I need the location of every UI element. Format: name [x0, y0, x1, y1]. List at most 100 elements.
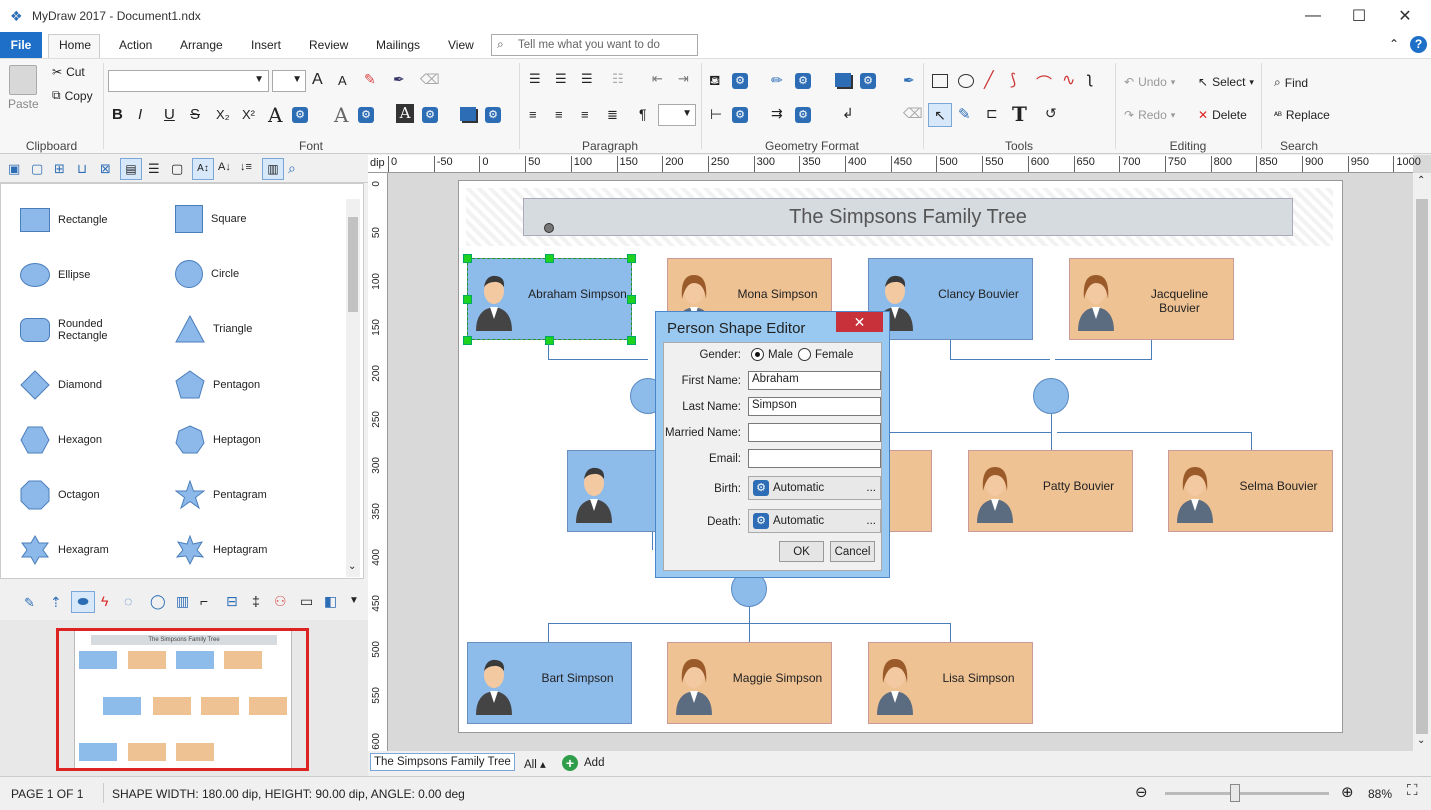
chevron-down-icon[interactable]: ⌄: [348, 561, 356, 572]
text-tool-icon[interactable]: T: [1012, 102, 1027, 126]
rectangle-tool-icon[interactable]: [932, 74, 948, 88]
resize-handle[interactable]: [627, 254, 636, 263]
lasso-tool-icon[interactable]: ↺: [1045, 105, 1057, 122]
replace-button[interactable]: ᴬᴮ Replace: [1274, 108, 1330, 122]
connector-icon[interactable]: ⌐: [200, 593, 208, 609]
book-icon[interactable]: ▥: [262, 158, 284, 180]
small-icons-icon[interactable]: ▢: [171, 161, 183, 177]
list-item[interactable]: Hexagon: [20, 425, 102, 455]
eyedropper-icon[interactable]: ✒: [393, 71, 405, 88]
resize-handle[interactable]: [627, 336, 636, 345]
gear-icon[interactable]: ⚙: [795, 73, 811, 89]
shapes-panel-icon[interactable]: ⬬: [71, 591, 95, 613]
line-format-icon[interactable]: ✏: [771, 72, 783, 89]
edit-icon[interactable]: ✎: [24, 595, 35, 611]
person-shape[interactable]: Lisa Simpson: [868, 642, 1033, 724]
married-name-field[interactable]: [748, 423, 881, 442]
canvas-scrollbar[interactable]: ⌃ ⌄: [1413, 173, 1431, 751]
resize-handle[interactable]: [463, 295, 472, 304]
text-shadow-icon[interactable]: [460, 107, 476, 121]
align-left-icon[interactable]: ≡: [529, 107, 537, 122]
list-item[interactable]: Pentagram: [175, 480, 267, 510]
layers-icon[interactable]: ◧: [324, 593, 337, 610]
font-size-combo[interactable]: ▼: [272, 70, 306, 92]
spacing-combo[interactable]: ▼: [658, 104, 696, 126]
last-name-field[interactable]: Simpson: [748, 397, 881, 416]
shapes-scrollbar[interactable]: ⌄: [346, 199, 360, 577]
align-right-icon[interactable]: ≡: [581, 107, 589, 122]
copy-button[interactable]: ⧉ Copy: [52, 88, 93, 103]
search-icon[interactable]: ⌕: [288, 160, 296, 177]
bullets-icon[interactable]: ☷: [612, 71, 624, 87]
diagram-title[interactable]: The Simpsons Family Tree: [523, 198, 1293, 236]
superscript-icon[interactable]: X²: [242, 107, 255, 122]
list-item[interactable]: Hexagram: [20, 535, 109, 565]
file-menu[interactable]: File: [0, 32, 42, 58]
list-item[interactable]: Diamond: [20, 370, 102, 400]
pencil-tool-icon[interactable]: ✎: [958, 105, 971, 123]
corner-icon[interactable]: ↲: [842, 105, 854, 122]
list-item[interactable]: Triangle: [175, 315, 252, 343]
end-arrow-icon[interactable]: ⇉: [771, 105, 783, 122]
underline-icon[interactable]: U: [164, 106, 175, 123]
sort-za-icon[interactable]: A↓: [218, 161, 231, 173]
male-radio[interactable]: [751, 348, 764, 361]
large-icons-icon[interactable]: ▤: [120, 158, 142, 180]
zoom-slider-thumb[interactable]: [1229, 784, 1240, 802]
format-painter-icon[interactable]: ⌫: [903, 105, 923, 122]
ellipse-tool-icon[interactable]: [958, 74, 974, 88]
eyedropper-icon[interactable]: ✒: [903, 72, 915, 89]
align-middle-icon[interactable]: ☰: [555, 71, 567, 87]
chevron-up-icon[interactable]: ⌃: [1417, 175, 1425, 186]
card-icon[interactable]: ▭: [300, 593, 313, 610]
begin-arrow-icon[interactable]: ⊢: [710, 106, 722, 123]
format-painter-icon[interactable]: ⌫: [420, 71, 440, 88]
tab-view[interactable]: View: [448, 38, 474, 52]
find-button[interactable]: ⌕ Find: [1274, 75, 1308, 90]
decrease-indent-icon[interactable]: ⇤: [652, 71, 663, 87]
resize-handle[interactable]: [545, 336, 554, 345]
maximize-button[interactable]: ☐: [1336, 0, 1382, 32]
tab-mailings[interactable]: Mailings: [376, 38, 420, 52]
align-top-icon[interactable]: ☰: [529, 71, 541, 87]
female-radio[interactable]: [798, 348, 811, 361]
resize-handle[interactable]: [463, 254, 472, 263]
tab-review[interactable]: Review: [309, 38, 348, 52]
curve-tool-icon[interactable]: ∿: [1062, 70, 1075, 90]
person-shape[interactable]: Patty Bouvier: [968, 450, 1133, 532]
death-picker[interactable]: ⚙ Automatic...: [748, 509, 881, 533]
save-icon[interactable]: ▣: [8, 161, 20, 177]
ok-button[interactable]: OK: [779, 541, 824, 562]
list-item[interactable]: Heptagon: [175, 425, 261, 455]
chevron-down-icon[interactable]: ▼: [349, 595, 359, 606]
org-chart-icon[interactable]: ⚇: [274, 593, 287, 610]
help-icon[interactable]: ?: [1410, 36, 1427, 53]
list-item[interactable]: Pentagon: [175, 370, 260, 400]
arc-tool-icon[interactable]: ⌒: [1036, 70, 1052, 94]
increase-indent-icon[interactable]: ⇥: [678, 71, 689, 87]
justify-icon[interactable]: ≣: [607, 107, 618, 123]
gear-icon[interactable]: ⚙: [732, 107, 748, 123]
resize-handle[interactable]: [545, 254, 554, 263]
resize-handle[interactable]: [627, 295, 636, 304]
collapse-ribbon-icon[interactable]: ⌃: [1389, 37, 1399, 51]
italic-icon[interactable]: I: [138, 106, 142, 123]
line-tool-icon[interactable]: ╱: [984, 70, 994, 90]
gear-icon[interactable]: ⚙: [732, 73, 748, 89]
new-icon[interactable]: ▢: [31, 161, 43, 177]
open-icon[interactable]: ⊞: [54, 161, 65, 177]
tab-home[interactable]: Home: [59, 38, 91, 52]
text-highlight-icon[interactable]: A: [396, 104, 414, 123]
birth-picker[interactable]: ⚙ Automatic...: [748, 476, 881, 500]
scrollbar-thumb[interactable]: [348, 217, 358, 312]
sort-order-icon[interactable]: ↓≡: [240, 161, 252, 173]
overview-viewport[interactable]: [56, 628, 309, 771]
list-view-icon[interactable]: ☰: [148, 161, 160, 177]
email-field[interactable]: [748, 449, 881, 468]
close-button[interactable]: ✕: [1382, 0, 1428, 32]
person-shape[interactable]: Bart Simpson: [467, 642, 632, 724]
map-icon[interactable]: ⊟: [226, 593, 238, 610]
clear-format-icon[interactable]: ✎: [364, 71, 376, 88]
shadow-icon[interactable]: [835, 73, 851, 87]
list-item[interactable]: Circle: [175, 260, 239, 288]
